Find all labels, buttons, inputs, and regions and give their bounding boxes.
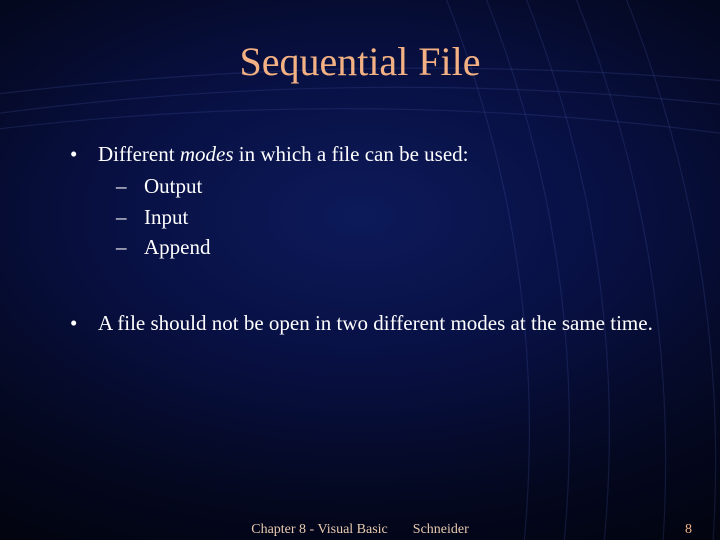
subbullet-3: – Append bbox=[116, 233, 670, 261]
bullet-2: • A file should not be open in two diffe… bbox=[70, 309, 670, 337]
footer-chapter: Chapter 8 - Visual Basic bbox=[251, 522, 388, 537]
bullet-2-text: A file should not be open in two differe… bbox=[98, 309, 653, 337]
bullet-1-pre: Different bbox=[98, 142, 180, 166]
subbullet-3-text: Append bbox=[144, 233, 211, 261]
bullet-1-em: modes bbox=[180, 142, 234, 166]
bullet-1: • Different modes in which a file can be… bbox=[70, 140, 670, 168]
bullet-dot-icon: • bbox=[70, 140, 98, 168]
subbullet-1: – Output bbox=[116, 172, 670, 200]
footer-page-number: 8 bbox=[685, 522, 692, 538]
footer-author: Schneider bbox=[413, 522, 469, 537]
slide: Sequential File • Different modes in whi… bbox=[0, 0, 720, 540]
bullet-1-text: Different modes in which a file can be u… bbox=[98, 140, 469, 168]
subbullet-2-text: Input bbox=[144, 203, 188, 231]
bullet-dash-icon: – bbox=[116, 203, 144, 231]
bullet-dash-icon: – bbox=[116, 172, 144, 200]
bullet-dot-icon: • bbox=[70, 309, 98, 337]
subbullet-2: – Input bbox=[116, 203, 670, 231]
slide-body: • Different modes in which a file can be… bbox=[70, 140, 670, 342]
slide-title: Sequential File bbox=[0, 38, 720, 85]
subbullet-1-text: Output bbox=[144, 172, 202, 200]
bullet-1-post: in which a file can be used: bbox=[234, 142, 469, 166]
spacer bbox=[70, 263, 670, 309]
footer-center: Chapter 8 - Visual Basic Schneider bbox=[0, 522, 720, 538]
bullet-dash-icon: – bbox=[116, 233, 144, 261]
